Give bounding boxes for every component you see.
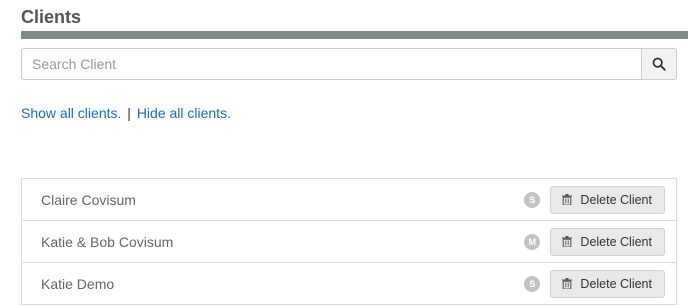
link-separator: | (127, 105, 131, 121)
client-name[interactable]: Katie & Bob Covisum (41, 234, 524, 250)
delete-client-label: Delete Client (580, 276, 652, 291)
hide-all-clients-link[interactable]: Hide all clients. (137, 105, 231, 121)
delete-client-button[interactable]: Delete Client (550, 227, 665, 256)
delete-client-button[interactable]: Delete Client (550, 269, 665, 298)
toggle-links: Show all clients. | Hide all clients. (21, 105, 231, 121)
search-bar (21, 48, 677, 80)
trash-icon (562, 236, 573, 247)
client-type-badge: S (524, 191, 541, 208)
client-name[interactable]: Katie Demo (41, 276, 524, 292)
client-row: Katie Demo S Delete Client (22, 263, 676, 305)
client-name[interactable]: Claire Covisum (41, 192, 524, 208)
show-all-clients-link[interactable]: Show all clients. (21, 105, 121, 121)
page-title: Clients (21, 7, 82, 27)
search-button[interactable] (641, 48, 677, 80)
client-type-badge: M (524, 233, 541, 250)
delete-client-button[interactable]: Delete Client (550, 185, 665, 214)
client-list: Claire Covisum S Delete Client Katie & B… (21, 178, 677, 305)
delete-client-label: Delete Client (580, 234, 652, 249)
clients-page: Clients Show all clients. | Hide all cli… (0, 0, 688, 306)
trash-icon (562, 194, 573, 205)
search-icon (652, 57, 666, 71)
title-divider (21, 31, 688, 39)
client-row: Katie & Bob Covisum M Delete Client (22, 221, 676, 263)
trash-icon (562, 278, 573, 289)
client-type-badge: S (524, 275, 541, 292)
client-row: Claire Covisum S Delete Client (22, 179, 676, 221)
search-input[interactable] (21, 48, 641, 80)
delete-client-label: Delete Client (580, 192, 652, 207)
